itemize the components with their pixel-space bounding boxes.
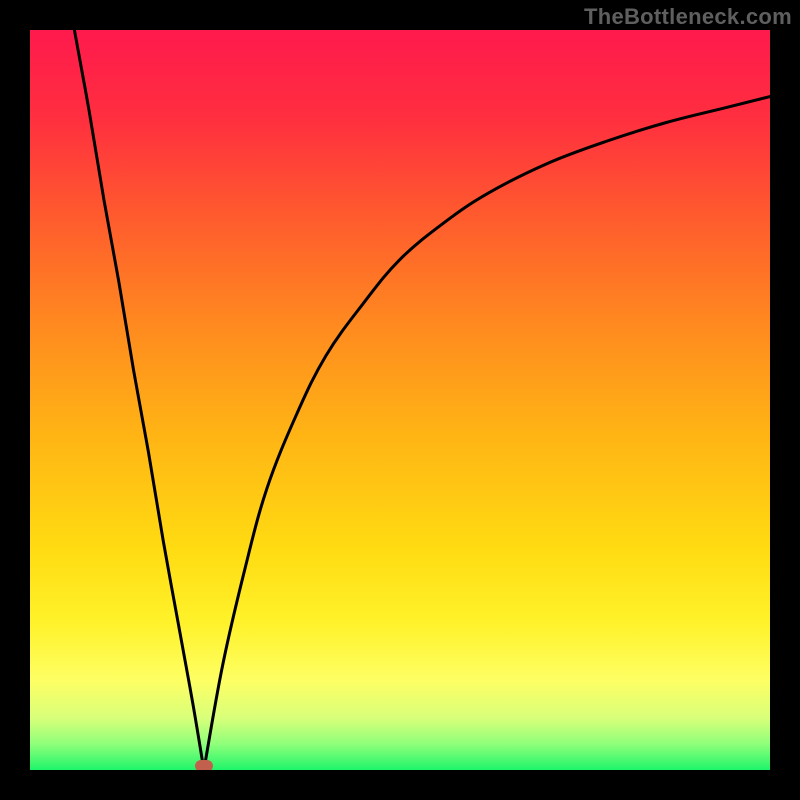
optimum-marker bbox=[195, 760, 213, 770]
bottleneck-curve bbox=[30, 30, 770, 770]
watermark-text: TheBottleneck.com bbox=[584, 4, 792, 30]
plot-area bbox=[30, 30, 770, 770]
chart-frame: TheBottleneck.com bbox=[0, 0, 800, 800]
